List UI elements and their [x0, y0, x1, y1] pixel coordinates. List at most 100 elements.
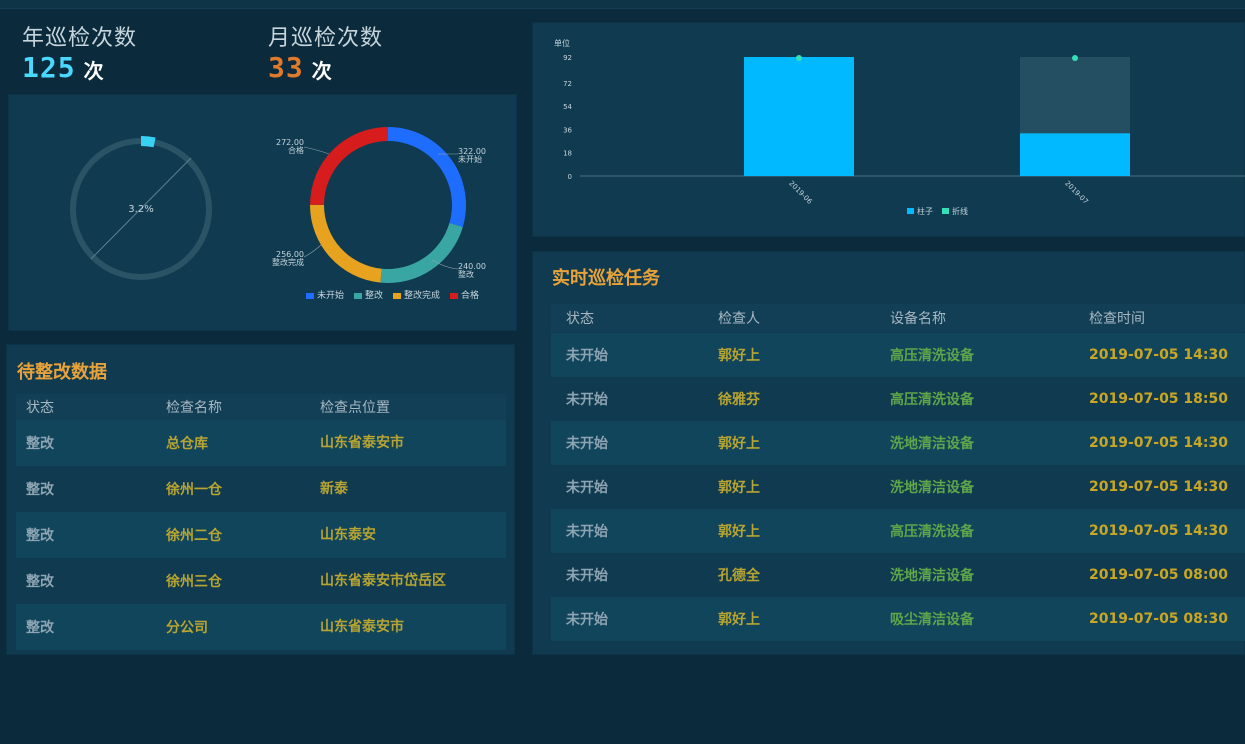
legend-line-label[interactable]: 折线: [952, 206, 968, 216]
row-check-time: 2019-07-05 18:50: [1089, 391, 1228, 407]
pending-rectification-title: 待整改数据: [17, 362, 107, 383]
row-status: 未开始: [566, 568, 608, 584]
row-device-name: 高压清洗设备: [890, 524, 974, 540]
row-status: 未开始: [566, 480, 608, 496]
header-check-time: 检查时间: [1089, 311, 1145, 327]
donut-slice-qualified[interactable]: [310, 127, 388, 205]
row-check-name: 徐州一仓: [166, 482, 222, 498]
bar-chart-panel: 单位 0 18 36 54 72 92 2019-06 2019-07 柱子 折线: [532, 22, 1245, 237]
header-inspector: 检查人: [718, 311, 760, 327]
row-status: 整改: [26, 528, 54, 544]
monthly-inspection-value: 33: [268, 51, 304, 84]
x-tick-label: 2019-06: [787, 179, 814, 206]
row-check-name: 分公司: [166, 620, 208, 636]
y-tick-label: 18: [563, 150, 572, 158]
row-location: 新泰: [320, 481, 348, 497]
legend-bar-label[interactable]: 柱子: [917, 206, 933, 216]
donut-slice-rectify[interactable]: [380, 223, 463, 283]
donut-slice-untreated[interactable]: [388, 127, 467, 227]
yearly-inspection-value: 125: [22, 51, 76, 84]
gauge-percent-label: 3.2%: [128, 204, 153, 215]
table-row[interactable]: 未开始 郭好上 洗地清洁设备 2019-07-05 14:30: [551, 421, 1245, 465]
row-inspector: 郭好上: [718, 348, 760, 364]
monthly-inspection-unit: 次: [311, 59, 332, 83]
row-device-name: 洗地清洁设备: [890, 436, 974, 452]
donut-chart: [310, 127, 467, 283]
header-location: 检查点位置: [320, 400, 390, 416]
yearly-inspection-label: 年巡检次数: [22, 26, 138, 51]
donut-label-rectify-name: 整改: [458, 269, 474, 279]
legend-qualified[interactable]: 合格: [450, 288, 479, 301]
gauge-donut-panel: 3.2% 322.00 未开始 240.00 整改 256.00 整改完成 27…: [8, 94, 517, 331]
top-bar: [0, 0, 1245, 9]
row-inspector: 郭好上: [718, 436, 760, 452]
y-tick-label: 36: [563, 126, 572, 134]
pending-table-header: 状态 检查名称 检查点位置: [16, 394, 506, 420]
row-status: 未开始: [566, 392, 608, 408]
table-row[interactable]: 整改 总仓库 山东省泰安市: [16, 420, 506, 466]
row-location: 山东省泰安市岱岳区: [320, 573, 446, 589]
line-point[interactable]: [1072, 55, 1078, 61]
row-status: 整改: [26, 574, 54, 590]
bar-2019-07[interactable]: [1020, 133, 1130, 176]
donut-legend: 未开始 整改 整改完成 合格: [306, 288, 479, 301]
monthly-inspection-label: 月巡检次数: [268, 26, 384, 51]
row-check-time: 2019-07-05 08:30: [1089, 611, 1228, 627]
yearly-inspection-kpi: 年巡检次数 125 次: [22, 20, 137, 82]
header-status: 状态: [566, 311, 594, 327]
table-row[interactable]: 整改 徐州一仓 新泰: [16, 466, 506, 512]
row-status: 整改: [26, 620, 54, 636]
table-row[interactable]: 未开始 孔德全 洗地清洁设备 2019-07-05 08:00: [551, 553, 1245, 597]
row-location: 山东省泰安市: [320, 435, 404, 451]
legend-untreated[interactable]: 未开始: [306, 288, 344, 301]
row-status: 未开始: [566, 436, 608, 452]
table-row[interactable]: 整改 徐州三仓 山东省泰安市岱岳区: [16, 558, 506, 604]
row-device-name: 洗地清洁设备: [890, 480, 974, 496]
header-check-name: 检查名称: [166, 400, 222, 416]
gauge-progress-arc: [140, 136, 156, 148]
table-row[interactable]: 未开始 郭好上 洗地清洁设备 2019-07-05 14:30: [551, 465, 1245, 509]
donut-label-rectified-name: 整改完成: [272, 257, 304, 267]
row-status: 未开始: [566, 524, 608, 540]
row-status: 未开始: [566, 612, 608, 628]
table-row[interactable]: 未开始 徐雅芬 高压清洗设备 2019-07-05 18:50: [551, 377, 1245, 421]
row-inspector: 孔德全: [718, 568, 760, 584]
header-status: 状态: [26, 400, 54, 416]
y-axis-label: 单位: [554, 38, 570, 48]
y-tick-label: 72: [563, 80, 572, 88]
row-inspector: 徐雅芬: [718, 392, 760, 408]
line-point[interactable]: [796, 55, 802, 61]
row-check-time: 2019-07-05 14:30: [1089, 479, 1228, 495]
monthly-inspection-kpi: 月巡检次数 33 次: [268, 20, 383, 82]
donut-slice-label-qualified: 272.00 合格: [276, 138, 330, 155]
legend-rectify[interactable]: 整改: [354, 288, 383, 301]
donut-slice-rectified[interactable]: [310, 204, 382, 283]
row-status: 未开始: [566, 348, 608, 364]
row-check-name: 徐州二仓: [166, 528, 222, 544]
table-row[interactable]: 未开始 郭好上 高压清洗设备 2019-07-05 14:30: [551, 509, 1245, 553]
table-row[interactable]: 未开始 郭好上 吸尘清洁设备 2019-07-05 08:30: [551, 597, 1245, 641]
row-check-name: 徐州三仓: [166, 574, 222, 590]
row-inspector: 郭好上: [718, 480, 760, 496]
row-check-time: 2019-07-05 08:00: [1089, 567, 1228, 583]
legend-line-swatch: [942, 208, 949, 214]
table-row[interactable]: 未开始 郭好上 高压清洗设备 2019-07-05 14:30: [551, 333, 1245, 377]
row-inspector: 郭好上: [718, 612, 760, 628]
row-check-time: 2019-07-05 14:30: [1089, 523, 1228, 539]
row-check-name: 总仓库: [166, 436, 208, 452]
table-row[interactable]: 整改 徐州二仓 山东泰安: [16, 512, 506, 558]
y-tick-label: 92: [563, 54, 572, 62]
header-device-name: 设备名称: [890, 311, 946, 327]
x-tick-label: 2019-07: [1063, 179, 1089, 205]
legend-bar-swatch: [907, 208, 914, 214]
realtime-task-title: 实时巡检任务: [552, 268, 660, 289]
bar-2019-06[interactable]: [744, 57, 854, 176]
bar-chart: 单位 0 18 36 54 72 92 2019-06 2019-07 柱子 折线: [554, 38, 1245, 216]
donut-label-untreated-name: 未开始: [458, 154, 482, 164]
row-location: 山东省泰安市: [320, 619, 404, 635]
row-status: 整改: [26, 482, 54, 498]
donut-label-qualified-name: 合格: [288, 145, 304, 155]
legend-rectified[interactable]: 整改完成: [393, 288, 440, 301]
row-check-time: 2019-07-05 14:30: [1089, 347, 1228, 363]
table-row[interactable]: 整改 分公司 山东省泰安市: [16, 604, 506, 650]
